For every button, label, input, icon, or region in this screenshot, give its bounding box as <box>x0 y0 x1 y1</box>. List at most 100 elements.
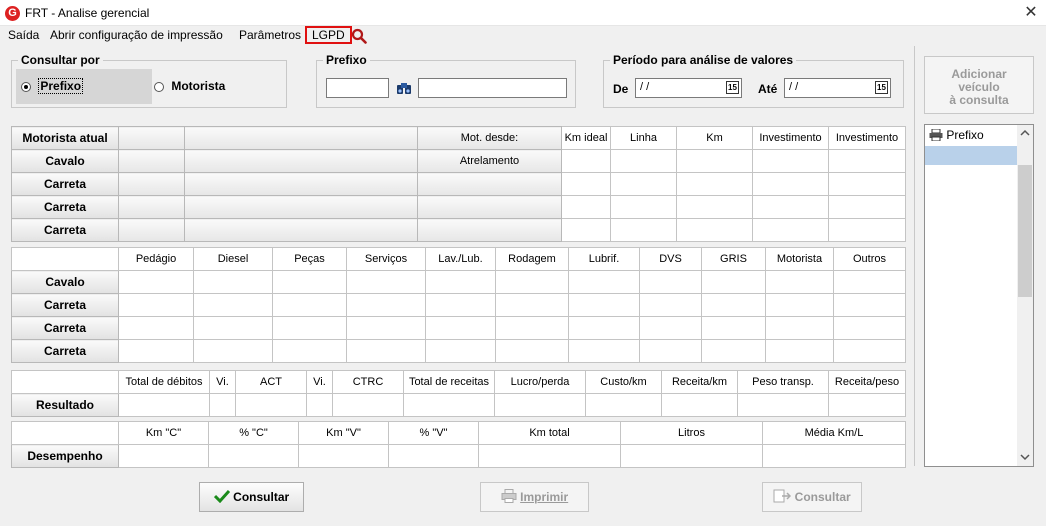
table-cell[interactable] <box>701 293 766 317</box>
menu-print-config[interactable]: Abrir configuração de impressão <box>50 28 223 42</box>
table-cell[interactable] <box>495 293 569 317</box>
table-cell[interactable] <box>828 393 906 417</box>
table-cell[interactable] <box>193 293 273 317</box>
table-cell[interactable] <box>765 270 834 294</box>
menu-saida[interactable]: Saída <box>8 28 39 42</box>
table-cell[interactable] <box>676 218 753 242</box>
table-cell[interactable] <box>610 195 677 219</box>
table-cell[interactable] <box>701 270 766 294</box>
menu-parametros[interactable]: Parâmetros <box>239 28 301 42</box>
add-vehicle-button[interactable]: Adicionar veículo à consulta <box>924 56 1034 114</box>
table-cell[interactable] <box>388 444 479 468</box>
table-cell[interactable] <box>235 393 307 417</box>
search-icon[interactable] <box>351 28 367 44</box>
table-cell[interactable] <box>833 339 906 363</box>
prefixo-list[interactable]: Prefixo <box>924 124 1034 467</box>
table-cell[interactable] <box>561 149 611 173</box>
table-cell[interactable] <box>833 316 906 340</box>
table-cell[interactable] <box>833 293 906 317</box>
table-cell[interactable] <box>118 270 194 294</box>
table-cell[interactable] <box>306 393 333 417</box>
radio-prefixo[interactable]: Prefixo <box>21 78 84 94</box>
radio-motorista[interactable]: Motorista <box>154 79 225 93</box>
table-cell[interactable] <box>765 316 834 340</box>
table-cell[interactable] <box>425 293 496 317</box>
table-cell[interactable] <box>765 293 834 317</box>
table-cell[interactable] <box>585 393 662 417</box>
table-cell[interactable] <box>610 172 677 196</box>
table-cell[interactable] <box>495 270 569 294</box>
table-cell[interactable] <box>346 270 426 294</box>
table-cell[interactable] <box>568 293 640 317</box>
table-cell[interactable] <box>639 339 702 363</box>
table-cell[interactable] <box>752 218 829 242</box>
table-cell[interactable] <box>676 195 753 219</box>
table-cell[interactable] <box>403 393 495 417</box>
table-cell[interactable] <box>610 149 677 173</box>
table-cell[interactable] <box>495 339 569 363</box>
table-cell[interactable] <box>762 444 906 468</box>
list-item[interactable] <box>925 146 1017 165</box>
list-scrollbar[interactable] <box>1017 125 1033 466</box>
table-cell[interactable] <box>193 339 273 363</box>
table-cell[interactable] <box>701 316 766 340</box>
table-cell[interactable] <box>828 172 906 196</box>
table-cell[interactable] <box>272 293 347 317</box>
table-cell[interactable] <box>568 270 640 294</box>
table-cell[interactable] <box>610 218 677 242</box>
table-cell[interactable] <box>332 393 404 417</box>
table-cell[interactable] <box>118 339 194 363</box>
table-cell[interactable] <box>425 339 496 363</box>
table-cell[interactable] <box>828 149 906 173</box>
table-cell[interactable] <box>118 393 210 417</box>
table-cell[interactable] <box>425 316 496 340</box>
table-cell[interactable] <box>346 316 426 340</box>
date-from-input[interactable]: / / 15 <box>635 78 742 98</box>
chevron-down-icon[interactable] <box>1020 453 1030 461</box>
table-cell[interactable] <box>193 316 273 340</box>
table-cell[interactable] <box>561 195 611 219</box>
table-cell[interactable] <box>193 270 273 294</box>
radio-motorista-dot[interactable] <box>154 81 164 92</box>
table-cell[interactable] <box>620 444 763 468</box>
table-cell[interactable] <box>346 339 426 363</box>
table-cell[interactable] <box>752 172 829 196</box>
table-cell[interactable] <box>568 339 640 363</box>
prefixo-name-input[interactable] <box>418 78 567 98</box>
consultar-button[interactable]: Consultar <box>199 482 304 512</box>
prefixo-code-input[interactable] <box>326 78 389 98</box>
table-cell[interactable] <box>272 316 347 340</box>
binoculars-lookup-icon[interactable] <box>396 80 412 96</box>
table-cell[interactable] <box>494 393 586 417</box>
table-cell[interactable] <box>478 444 621 468</box>
table-cell[interactable] <box>209 393 236 417</box>
chevron-up-icon[interactable] <box>1020 129 1030 137</box>
table-cell[interactable] <box>639 316 702 340</box>
table-cell[interactable] <box>737 393 829 417</box>
table-cell[interactable] <box>661 393 738 417</box>
table-cell[interactable] <box>701 339 766 363</box>
table-cell[interactable] <box>118 316 194 340</box>
table-cell[interactable] <box>425 270 496 294</box>
table-cell[interactable] <box>752 195 829 219</box>
table-cell[interactable] <box>272 339 347 363</box>
table-cell[interactable] <box>828 218 906 242</box>
table-cell[interactable] <box>676 172 753 196</box>
table-cell[interactable] <box>272 270 347 294</box>
table-cell[interactable] <box>639 293 702 317</box>
table-cell[interactable] <box>208 444 299 468</box>
table-cell[interactable] <box>298 444 389 468</box>
list-header[interactable]: Prefixo <box>925 125 1017 145</box>
table-cell[interactable] <box>495 316 569 340</box>
scrollbar-thumb[interactable] <box>1018 165 1032 297</box>
table-cell[interactable] <box>118 293 194 317</box>
date-to-input[interactable]: / / 15 <box>784 78 891 98</box>
calendar-from-icon[interactable]: 15 <box>726 81 739 94</box>
table-cell[interactable] <box>752 149 829 173</box>
table-cell[interactable] <box>346 293 426 317</box>
imprimir-button[interactable]: Imprimir <box>480 482 589 512</box>
calendar-to-icon[interactable]: 15 <box>875 81 888 94</box>
close-button[interactable]: ✕ <box>1016 0 1046 26</box>
table-cell[interactable] <box>561 172 611 196</box>
table-cell[interactable] <box>828 195 906 219</box>
